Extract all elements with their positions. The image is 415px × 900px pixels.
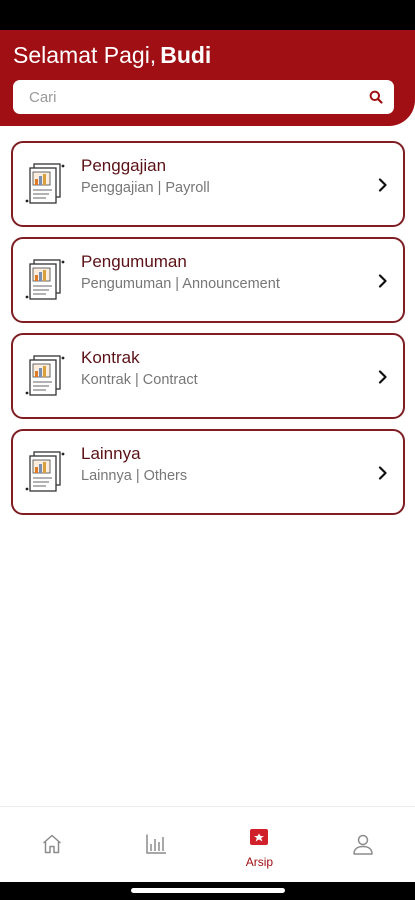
category-title: Kontrak: [81, 348, 140, 367]
tab-chart[interactable]: [104, 807, 208, 882]
home-indicator-bar[interactable]: [131, 888, 285, 893]
category-card-pengumuman[interactable]: Pengumuman Pengumuman | Announcement: [11, 237, 405, 323]
category-card-penggajian[interactable]: Penggajian Penggajian | Payroll: [11, 141, 405, 227]
document-chart-icon: [25, 449, 75, 499]
status-bar: [0, 0, 415, 30]
document-chart-icon: [25, 353, 75, 403]
chart-icon: [145, 833, 167, 860]
header: Selamat Pagi, Budi: [0, 30, 415, 126]
category-list: Penggajian Penggajian | Payroll Pengumum…: [11, 141, 405, 525]
home-icon: [41, 833, 63, 860]
category-subtitle: Kontrak | Contract: [81, 372, 198, 388]
search-input[interactable]: [29, 88, 368, 106]
user-name: Budi: [160, 42, 212, 68]
tab-label-arsip: Arsip: [245, 855, 274, 869]
document-chart-icon: [25, 257, 75, 307]
home-indicator: [0, 882, 415, 900]
chevron-right-icon: [377, 465, 389, 481]
search-bar[interactable]: [13, 80, 394, 114]
category-title: Lainnya: [81, 444, 141, 463]
category-subtitle: Penggajian | Payroll: [81, 180, 210, 196]
chevron-right-icon: [377, 177, 389, 193]
category-title: Pengumuman: [81, 252, 187, 271]
category-card-lainnya[interactable]: Lainnya Lainnya | Others: [11, 429, 405, 515]
category-title: Penggajian: [81, 156, 167, 175]
search-icon[interactable]: [368, 89, 384, 105]
archive-icon: [249, 827, 269, 852]
category-card-kontrak[interactable]: Kontrak Kontrak | Contract: [11, 333, 405, 419]
category-subtitle: Pengumuman | Announcement: [81, 276, 280, 292]
document-chart-icon: [25, 161, 75, 211]
tab-arsip[interactable]: Arsip: [208, 807, 312, 882]
chevron-right-icon: [377, 273, 389, 289]
greeting: Selamat Pagi, Budi: [13, 42, 211, 68]
category-subtitle: Lainnya | Others: [81, 468, 188, 484]
tab-home[interactable]: [0, 807, 104, 882]
greeting-text: Selamat Pagi,: [13, 42, 157, 68]
bottom-tab-bar: Arsip: [0, 806, 415, 882]
tab-profile[interactable]: [311, 807, 415, 882]
chevron-right-icon: [377, 369, 389, 385]
profile-icon: [352, 833, 374, 862]
